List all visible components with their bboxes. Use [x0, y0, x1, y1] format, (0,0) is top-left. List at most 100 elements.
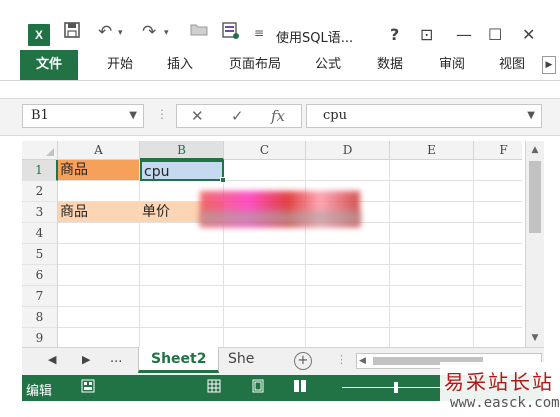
column-header-b[interactable]: B	[140, 141, 224, 160]
sheet-prev-icon[interactable]: ◀	[48, 353, 56, 366]
row-header-5[interactable]: 5	[22, 244, 58, 265]
formula-input[interactable]: cpu ▼	[306, 104, 542, 128]
minimize-icon[interactable]: —	[456, 25, 472, 44]
select-all-corner[interactable]	[22, 141, 58, 160]
grid-cell[interactable]	[224, 286, 306, 307]
undo-dropdown-icon[interactable]: ▾	[118, 28, 123, 38]
grid-cell[interactable]	[306, 286, 390, 307]
page-layout-view-icon[interactable]	[250, 379, 266, 395]
grid-cell[interactable]	[140, 265, 224, 286]
grid-cell[interactable]	[474, 202, 522, 223]
row-header-4[interactable]: 4	[22, 223, 58, 244]
grid-cell[interactable]	[224, 265, 306, 286]
grid-cell[interactable]	[474, 181, 522, 202]
grid-cell[interactable]	[224, 160, 306, 181]
grid-cell[interactable]	[224, 328, 306, 347]
grid-cell[interactable]	[474, 286, 522, 307]
grid-cell[interactable]	[474, 244, 522, 265]
tab-home[interactable]: 开始	[102, 50, 138, 80]
column-header-d[interactable]: D	[306, 141, 390, 160]
grid-cell[interactable]	[140, 307, 224, 328]
name-box-dropdown-icon[interactable]: ▼	[129, 105, 137, 127]
vertical-scroll-thumb[interactable]	[529, 161, 541, 233]
grid-cell[interactable]	[390, 223, 474, 244]
tab-sheet-other[interactable]: She	[216, 347, 266, 373]
cell-b1[interactable]: cpu	[140, 160, 224, 181]
worksheet-grid[interactable]: A B C D E F 1 2 3 4 5 6 7 8 9 商品 cpu 商品 …	[22, 141, 522, 347]
grid-cell[interactable]	[390, 244, 474, 265]
row-header-8[interactable]: 8	[22, 307, 58, 328]
tab-split-grip-icon[interactable]: ⋮	[336, 353, 347, 366]
grid-cell[interactable]	[140, 286, 224, 307]
scroll-left-icon[interactable]: ◀	[359, 354, 366, 368]
sheet-next-icon[interactable]: ▶	[82, 353, 90, 366]
grid-cell[interactable]	[306, 265, 390, 286]
row-header-7[interactable]: 7	[22, 286, 58, 307]
row-header-2[interactable]: 2	[22, 181, 58, 202]
tab-formulas[interactable]: 公式	[310, 50, 346, 80]
insert-function-icon[interactable]: fx	[271, 107, 285, 125]
normal-view-icon[interactable]	[206, 379, 222, 395]
cell-a1[interactable]: 商品	[58, 160, 140, 181]
grid-cell[interactable]	[224, 244, 306, 265]
column-header-a[interactable]: A	[58, 141, 140, 160]
grid-cell[interactable]	[58, 328, 140, 347]
tab-data[interactable]: 数据	[372, 50, 408, 80]
grid-cell[interactable]	[390, 181, 474, 202]
grid-cell[interactable]	[306, 160, 390, 181]
column-header-e[interactable]: E	[390, 141, 474, 160]
page-break-view-icon[interactable]	[292, 379, 308, 395]
grid-cell[interactable]	[390, 307, 474, 328]
tab-file[interactable]: 文件	[20, 50, 78, 80]
redo-dropdown-icon[interactable]: ▾	[164, 28, 169, 38]
add-sheet-icon[interactable]: +	[294, 352, 312, 370]
macro-record-icon[interactable]	[80, 379, 96, 395]
grid-cell[interactable]	[224, 307, 306, 328]
grid-cell[interactable]	[390, 286, 474, 307]
row-header-6[interactable]: 6	[22, 265, 58, 286]
grid-cell[interactable]	[140, 328, 224, 347]
tab-insert[interactable]: 插入	[162, 50, 198, 80]
row-header-9[interactable]: 9	[22, 328, 58, 347]
save-icon[interactable]	[64, 22, 80, 38]
grid-cell[interactable]	[140, 244, 224, 265]
grid-cell[interactable]	[474, 307, 522, 328]
ribbon-display-icon[interactable]: ⊡	[420, 25, 433, 44]
grid-cell[interactable]	[58, 307, 140, 328]
form-icon[interactable]	[222, 22, 240, 40]
grid-cell[interactable]	[474, 223, 522, 244]
tab-sheet2[interactable]: Sheet2	[138, 347, 220, 373]
tab-review[interactable]: 审阅	[434, 50, 470, 80]
open-folder-icon[interactable]	[190, 22, 208, 36]
tab-page-layout[interactable]: 页面布局	[222, 50, 288, 80]
grid-cell[interactable]	[306, 244, 390, 265]
grid-cell[interactable]	[474, 160, 522, 181]
grid-cell[interactable]	[58, 265, 140, 286]
scroll-up-icon[interactable]: ▲	[528, 143, 542, 157]
name-box[interactable]: B1 ▼	[22, 104, 144, 128]
grid-cell[interactable]	[390, 328, 474, 347]
formula-bar-grip-icon[interactable]: ⋮	[156, 107, 168, 121]
zoom-slider-handle[interactable]	[394, 382, 398, 393]
column-header-c[interactable]: C	[224, 141, 306, 160]
cancel-entry-icon[interactable]: ✕	[191, 107, 204, 125]
grid-cell[interactable]	[58, 181, 140, 202]
grid-cell[interactable]	[390, 160, 474, 181]
scroll-down-icon[interactable]: ▼	[528, 331, 542, 345]
undo-icon[interactable]: ↶	[98, 22, 112, 42]
grid-cell[interactable]	[306, 328, 390, 347]
enter-entry-icon[interactable]: ✓	[231, 107, 244, 125]
fill-handle[interactable]	[220, 177, 226, 183]
close-icon[interactable]: ✕	[522, 25, 535, 44]
redo-icon[interactable]: ↷	[142, 22, 156, 42]
row-header-1[interactable]: 1	[22, 160, 58, 181]
grid-cell[interactable]	[58, 286, 140, 307]
row-header-3[interactable]: 3	[22, 202, 58, 223]
grid-cell[interactable]	[58, 244, 140, 265]
grid-cell[interactable]	[306, 307, 390, 328]
maximize-icon[interactable]: ☐	[488, 25, 502, 44]
expand-formula-bar-icon[interactable]: ▼	[527, 105, 535, 127]
grid-cell[interactable]	[390, 202, 474, 223]
grid-cell[interactable]	[474, 328, 522, 347]
grid-cell[interactable]	[58, 223, 140, 244]
